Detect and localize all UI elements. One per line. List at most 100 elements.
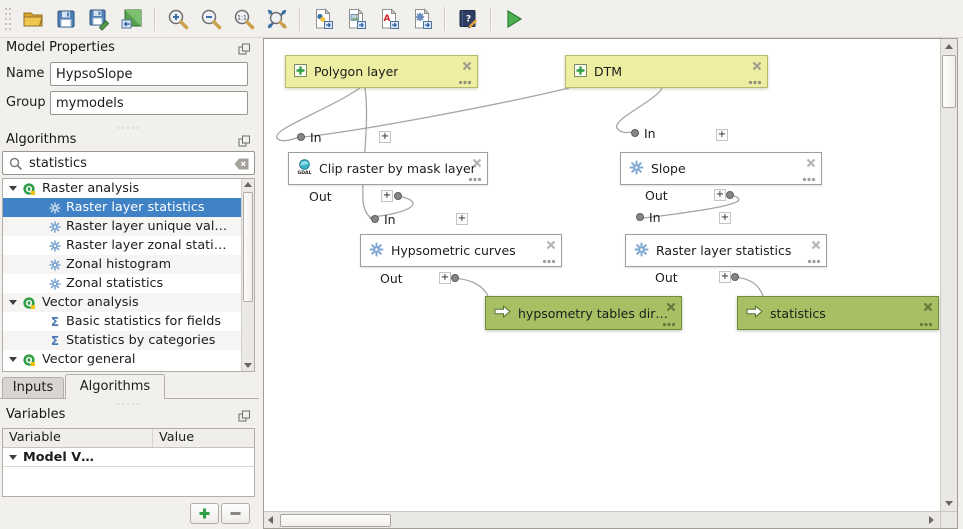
canvas-vertical-scrollbar[interactable] bbox=[940, 39, 957, 511]
node-hypsometric-curves[interactable]: Hypsometric curves bbox=[360, 234, 562, 267]
tree-item-basic-statistics-for-fields[interactable]: Σ Basic statistics for fields bbox=[3, 312, 241, 331]
expand-node-icon[interactable] bbox=[542, 259, 556, 264]
scroll-up-icon[interactable] bbox=[244, 182, 252, 187]
port-expand-button[interactable]: + bbox=[719, 271, 731, 283]
node-raster-layer-statistics[interactable]: Raster layer statistics bbox=[625, 234, 827, 267]
model-canvas[interactable]: Polygon layer DTM In + In + GDAL Clip ra… bbox=[263, 38, 958, 529]
expand-node-icon[interactable] bbox=[748, 80, 762, 85]
scroll-left-icon[interactable] bbox=[268, 516, 273, 524]
port-expand-button[interactable]: + bbox=[379, 131, 391, 143]
save-model-button[interactable] bbox=[52, 5, 80, 33]
tree-scrollbar-thumb[interactable] bbox=[243, 192, 253, 302]
remove-node-icon[interactable] bbox=[472, 156, 482, 171]
open-model-button[interactable] bbox=[19, 5, 47, 33]
remove-node-icon[interactable] bbox=[923, 300, 933, 315]
variables-group-row[interactable]: Model V… bbox=[3, 448, 254, 467]
zoom-in-button[interactable] bbox=[164, 5, 192, 33]
horizontal-scrollbar-thumb[interactable] bbox=[280, 514, 391, 527]
expand-node-icon[interactable] bbox=[468, 177, 482, 182]
node-output-hypsometry-tables-dir[interactable]: hypsometry tables dir… bbox=[485, 296, 682, 330]
tree-item-raster-layer-statistics[interactable]: Raster layer statistics bbox=[3, 198, 241, 217]
remove-node-icon[interactable] bbox=[546, 238, 556, 253]
port-in-dot[interactable] bbox=[297, 133, 305, 141]
port-in-dot[interactable] bbox=[631, 129, 639, 137]
scroll-up-icon[interactable] bbox=[945, 44, 953, 49]
zoom-actual-size-button[interactable]: 1:1 bbox=[230, 5, 258, 33]
port-expand-button[interactable]: + bbox=[716, 129, 728, 141]
collapse-caret-icon[interactable] bbox=[9, 186, 17, 195]
expand-node-icon[interactable] bbox=[919, 322, 933, 327]
float-panel-icon[interactable] bbox=[238, 43, 251, 56]
scroll-down-icon[interactable] bbox=[244, 363, 252, 368]
collapse-caret-icon[interactable] bbox=[9, 455, 17, 464]
tree-item-raster-layer-zonal-statistics[interactable]: Raster layer zonal stati… bbox=[3, 236, 241, 255]
float-panel-icon[interactable] bbox=[238, 135, 251, 148]
gdal-icon: GDAL bbox=[297, 159, 312, 178]
edge-rls-out-to-output bbox=[735, 277, 763, 296]
expand-node-icon[interactable] bbox=[662, 322, 676, 327]
remove-node-icon[interactable] bbox=[752, 59, 762, 74]
tab-algorithms[interactable]: Algorithms bbox=[65, 374, 165, 399]
export-as-python-button[interactable] bbox=[309, 5, 337, 33]
help-button[interactable]: ? bbox=[454, 5, 482, 33]
port-out-dot[interactable] bbox=[451, 274, 459, 282]
canvas-horizontal-scrollbar[interactable] bbox=[264, 511, 940, 528]
tree-group-vector-analysis[interactable]: Q Vector analysis bbox=[3, 293, 241, 312]
remove-node-icon[interactable] bbox=[666, 300, 676, 315]
port-out-dot[interactable] bbox=[726, 191, 734, 199]
tree-group-raster-analysis[interactable]: Q Raster analysis bbox=[3, 179, 241, 198]
export-model-button[interactable] bbox=[118, 5, 146, 33]
port-expand-button[interactable]: + bbox=[381, 190, 393, 202]
remove-node-icon[interactable] bbox=[462, 59, 472, 74]
model-group-input[interactable] bbox=[50, 91, 248, 115]
add-variable-button[interactable] bbox=[190, 503, 219, 524]
column-variable[interactable]: Variable bbox=[3, 429, 153, 447]
tab-inputs[interactable]: Inputs bbox=[2, 377, 64, 398]
remove-variable-button[interactable] bbox=[221, 503, 250, 524]
expand-node-icon[interactable] bbox=[458, 80, 472, 85]
node-label: Slope bbox=[651, 161, 686, 176]
float-panel-icon[interactable] bbox=[238, 410, 251, 423]
tree-item-statistics-by-categories[interactable]: Σ Statistics by categories bbox=[3, 331, 241, 350]
export-as-svg-button[interactable] bbox=[408, 5, 436, 33]
vertical-scrollbar-thumb[interactable] bbox=[942, 55, 956, 108]
node-output-statistics[interactable]: statistics bbox=[737, 296, 939, 330]
zoom-full-button[interactable] bbox=[263, 5, 291, 33]
tree-scrollbar[interactable] bbox=[241, 179, 254, 371]
export-as-image-button[interactable] bbox=[342, 5, 370, 33]
expand-node-icon[interactable] bbox=[807, 259, 821, 264]
run-model-button[interactable] bbox=[500, 5, 528, 33]
tree-item-zonal-statistics[interactable]: Zonal statistics bbox=[3, 274, 241, 293]
save-model-as-button[interactable] bbox=[85, 5, 113, 33]
clear-search-icon[interactable] bbox=[234, 158, 249, 170]
model-name-input[interactable] bbox=[50, 62, 248, 86]
toolbar-drag-handle[interactable] bbox=[4, 6, 12, 32]
port-expand-button[interactable]: + bbox=[456, 213, 468, 225]
tree-group-vector-general[interactable]: Q Vector general bbox=[3, 350, 241, 369]
port-in-dot[interactable] bbox=[371, 215, 379, 223]
tree-item-label: Raster layer unique val… bbox=[66, 219, 227, 234]
port-expand-button[interactable]: + bbox=[439, 272, 451, 284]
export-as-pdf-button[interactable]: A bbox=[375, 5, 403, 33]
zoom-out-button[interactable] bbox=[197, 5, 225, 33]
collapse-caret-icon[interactable] bbox=[9, 357, 17, 366]
port-in-dot[interactable] bbox=[636, 213, 644, 221]
collapse-caret-icon[interactable] bbox=[9, 300, 17, 309]
tree-item-raster-layer-unique-values[interactable]: Raster layer unique val… bbox=[3, 217, 241, 236]
port-out-dot[interactable] bbox=[731, 273, 739, 281]
node-clip-raster-by-mask-layer[interactable]: GDAL Clip raster by mask layer bbox=[288, 152, 488, 185]
tree-item-zonal-histogram[interactable]: Zonal histogram bbox=[3, 255, 241, 274]
node-dtm[interactable]: DTM bbox=[565, 55, 768, 88]
node-slope[interactable]: Slope bbox=[620, 152, 822, 185]
search-input[interactable] bbox=[27, 153, 227, 173]
port-expand-button[interactable]: + bbox=[719, 212, 731, 224]
column-value[interactable]: Value bbox=[153, 429, 194, 447]
port-out-dot[interactable] bbox=[394, 192, 402, 200]
remove-node-icon[interactable] bbox=[811, 238, 821, 253]
scroll-right-icon[interactable] bbox=[929, 516, 934, 524]
scroll-down-icon[interactable] bbox=[945, 501, 953, 506]
remove-node-icon[interactable] bbox=[806, 156, 816, 171]
node-polygon-layer[interactable]: Polygon layer bbox=[285, 55, 478, 88]
port-expand-button[interactable]: + bbox=[714, 189, 726, 201]
expand-node-icon[interactable] bbox=[802, 177, 816, 182]
